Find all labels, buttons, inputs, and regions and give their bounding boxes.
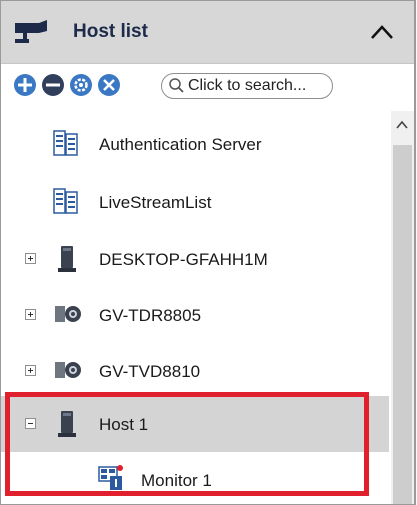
tree-item-label: Authentication Server: [99, 135, 262, 154]
vertical-scrollbar[interactable]: [391, 111, 414, 504]
scrollbar-thumb[interactable]: [393, 145, 412, 504]
monitor-icon: [98, 465, 123, 490]
tools-icon[interactable]: [97, 73, 121, 97]
tree-item-monitor-1[interactable]: Monitor 1: [1, 452, 389, 504]
tree-item-gv-tvd8810[interactable]: GV-TVD8810: [1, 343, 389, 399]
chevron-up-icon[interactable]: [368, 21, 396, 43]
panel-header[interactable]: Host list: [1, 1, 414, 64]
expand-toggle[interactable]: [25, 365, 36, 376]
server-icon: [53, 130, 78, 156]
computer-icon: [58, 411, 76, 437]
search-icon: [169, 78, 184, 93]
tree-item-label: DESKTOP-GFAHH1M: [99, 250, 268, 269]
tree-item-authentication-server[interactable]: Authentication Server: [1, 117, 389, 173]
gear-icon[interactable]: [69, 73, 93, 97]
tree-item-label: GV-TDR8805: [99, 306, 202, 325]
search-placeholder: Click to search...: [188, 77, 307, 94]
tree-item-label: Monitor 1: [141, 471, 212, 490]
tree-item-label: GV-TVD8810: [99, 362, 201, 381]
dvr-camera-icon: [55, 306, 81, 322]
host-tree: Authentication Server LiveStreamList DES…: [1, 111, 389, 504]
tree-item-host-1[interactable]: Host 1: [1, 396, 389, 452]
toolbar: Click to search...: [1, 64, 414, 108]
collapse-toggle[interactable]: [25, 418, 36, 429]
tree-item-desktop-gfahh1m[interactable]: DESKTOP-GFAHH1M: [1, 231, 389, 287]
computer-icon: [58, 246, 76, 272]
camera-icon: [15, 20, 47, 43]
server-icon: [53, 188, 78, 214]
tree-item-gv-tdr8805[interactable]: GV-TDR8805: [1, 287, 389, 343]
tree-item-livestreamlist[interactable]: LiveStreamList: [1, 174, 389, 230]
tree-item-label: LiveStreamList: [99, 193, 212, 212]
plus-circle-icon[interactable]: [13, 73, 37, 97]
tree-item-label: Host 1: [99, 415, 149, 434]
panel-title: Host list: [73, 21, 148, 42]
scroll-up-arrow-icon[interactable]: [395, 119, 409, 131]
dvr-camera-icon: [55, 362, 81, 378]
expand-toggle[interactable]: [25, 309, 36, 320]
host-list-panel: Host list Click to search... Authenticat…: [0, 0, 416, 505]
minus-circle-icon[interactable]: [41, 73, 65, 97]
search-input[interactable]: Click to search...: [161, 73, 333, 99]
expand-toggle[interactable]: [25, 253, 36, 264]
